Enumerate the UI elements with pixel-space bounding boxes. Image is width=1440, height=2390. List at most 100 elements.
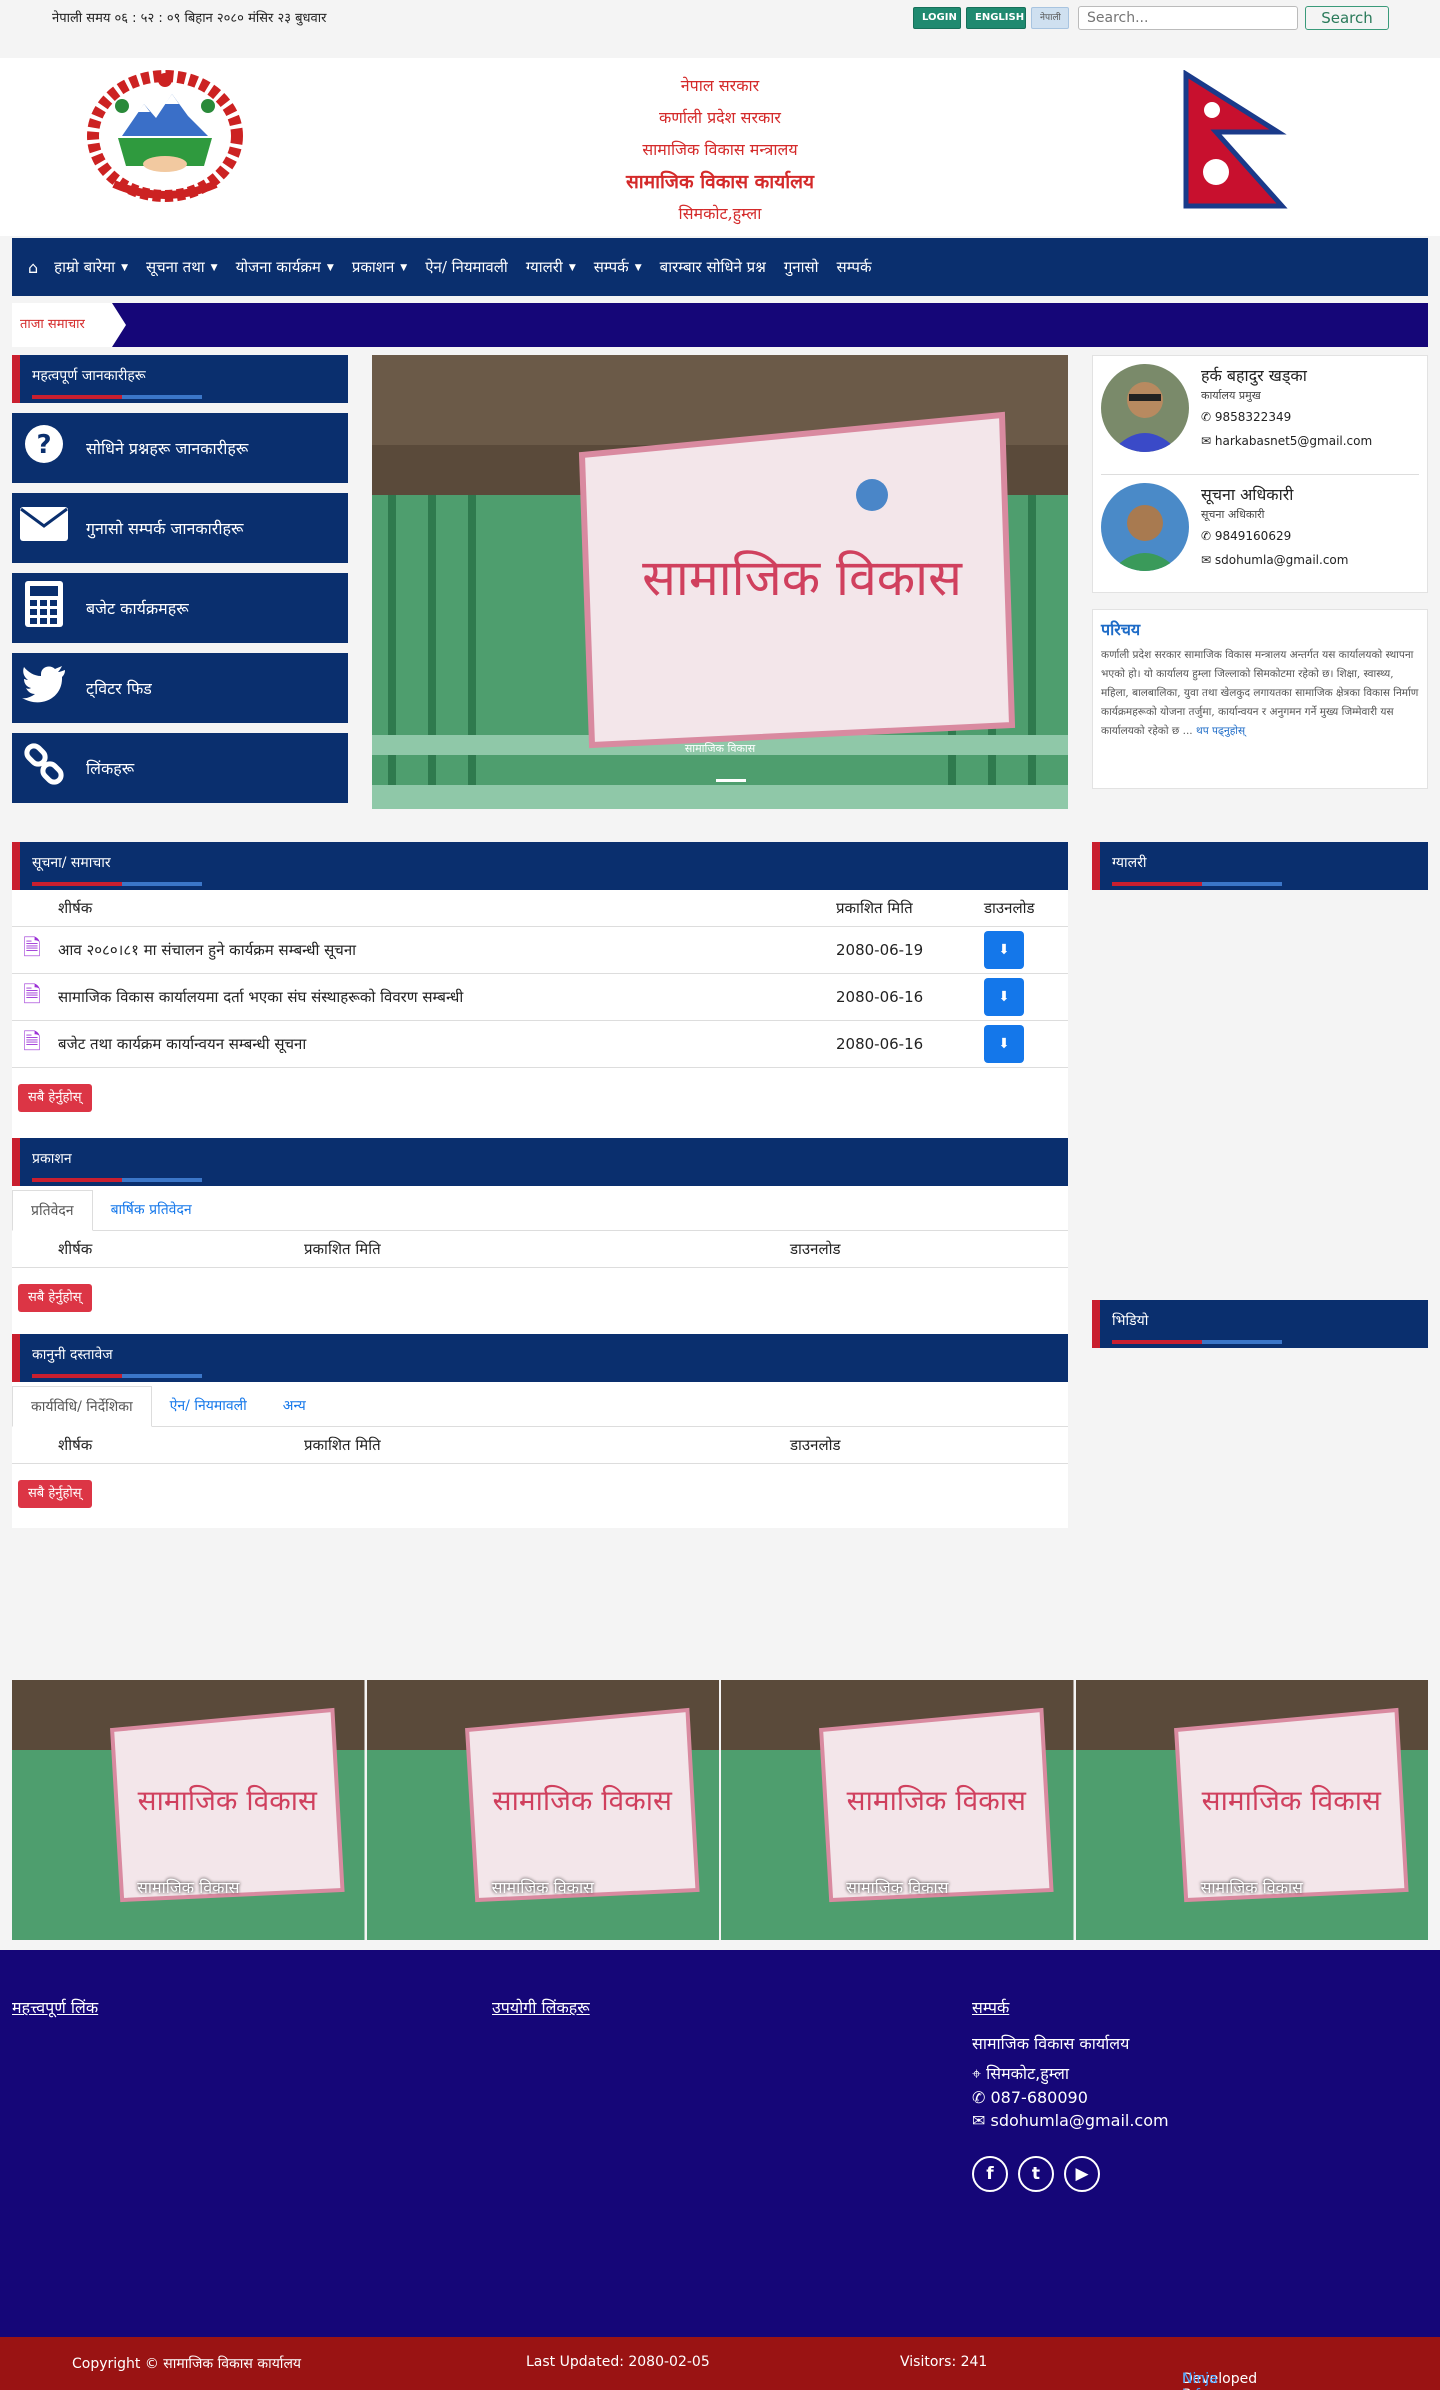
nepali-clock: नेपाली समय ०६ : ५२ : ०९ बिहान २०८० मंसिर… bbox=[52, 11, 327, 26]
english-button[interactable]: ENGLISH bbox=[966, 7, 1026, 29]
quick-link-label: सोधिने प्रश्नहरू जानकारीहरू bbox=[86, 439, 249, 458]
nepal-emblem-logo[interactable] bbox=[84, 66, 246, 206]
svg-text:सामाजिक विकास: सामाजिक विकास bbox=[1201, 1784, 1381, 1817]
avatar bbox=[1101, 364, 1189, 452]
header-address: सिमकोट,हुम्ला bbox=[678, 204, 762, 223]
nav-item-about[interactable]: हाम्रो बारेमा ▼ bbox=[54, 257, 128, 277]
svg-text:सामाजिक विकास: सामाजिक विकास bbox=[847, 1784, 1027, 1817]
chevron-down-icon: ▼ bbox=[121, 263, 128, 273]
nav-item-info[interactable]: सूचना तथा ▼ bbox=[146, 257, 218, 277]
quick-link-grievance[interactable]: गुनासो सम्पर्क जानकारीहरू bbox=[12, 493, 348, 563]
column-download: डाउनलोड bbox=[784, 1427, 1068, 1464]
quick-link-faq[interactable]: ? सोधिने प्रश्नहरू जानकारीहरू bbox=[12, 413, 348, 483]
link-icon bbox=[12, 742, 76, 795]
visitor-count: Visitors: 241 bbox=[900, 2354, 988, 2370]
publications-table: शीर्षक प्रकाशित मिति डाउनलोड bbox=[12, 1231, 1068, 1268]
ticker-label: ताजा समाचार bbox=[12, 303, 126, 347]
question-icon: ? bbox=[12, 424, 76, 473]
nav-item-faq[interactable]: बारम्बार सोधिने प्रश्न bbox=[660, 257, 766, 277]
footer-heading[interactable]: महत्त्वपूर्ण लिंक bbox=[12, 1996, 98, 2018]
quick-link-label: गुनासो सम्पर्क जानकारीहरू bbox=[86, 519, 244, 538]
document-icon: 🗎 bbox=[12, 1020, 52, 1068]
footer-phone: ✆ 087-680090 bbox=[972, 2088, 1088, 2107]
footer-useful-links: उपयोगी लिंकहरू bbox=[492, 1996, 590, 2018]
developer-link[interactable]: Ninja Infosys bbox=[1182, 2371, 1231, 2390]
column-download: डाउनलोड bbox=[978, 890, 1068, 927]
home-icon[interactable]: ⌂ bbox=[28, 258, 38, 277]
notice-title[interactable]: आव २०८०।८१ मा संचालन हुने कार्यक्रम सम्ब… bbox=[52, 926, 830, 974]
notices-title: सूचना/ समाचार bbox=[12, 842, 1068, 890]
staff-email: ✉ sdohumla@gmail.com bbox=[1201, 553, 1349, 567]
download-button[interactable]: ⬇ bbox=[984, 1025, 1024, 1063]
nepali-button[interactable]: नेपाली bbox=[1031, 7, 1069, 29]
chevron-down-icon: ▼ bbox=[400, 263, 408, 273]
about-title: परिचय bbox=[1101, 620, 1141, 639]
tab-procedures[interactable]: कार्यविधि/ निर्देशिका bbox=[12, 1386, 152, 1427]
login-button[interactable]: LOGIN bbox=[913, 7, 961, 29]
footer-contact: सम्पर्क सामाजिक विकास कार्यालय ⌖ सिमकोट,… bbox=[972, 1996, 1169, 2192]
nav-item-programs[interactable]: योजना कार्यक्रम ▼ bbox=[236, 257, 334, 277]
site-footer: महत्त्वपूर्ण लिंक उपयोगी लिंकहरू सम्पर्क… bbox=[0, 1950, 1440, 2337]
staff-name: सूचना अधिकारी bbox=[1201, 485, 1294, 504]
youtube-icon[interactable]: ▶ bbox=[1064, 2156, 1100, 2192]
last-updated-text: Last Updated: 2080-02-05 bbox=[526, 2354, 710, 2370]
twitter-icon[interactable]: t bbox=[1018, 2156, 1054, 2192]
notice-title[interactable]: सामाजिक विकास कार्यालयमा दर्ता भएका संघ … bbox=[52, 973, 830, 1021]
quick-link-twitter[interactable]: ट्विटर फिड bbox=[12, 653, 348, 723]
table-row[interactable]: 🗎 सामाजिक विकास कार्यालयमा दर्ता भएका सं… bbox=[12, 973, 1068, 1021]
nav-item-publications[interactable]: प्रकाशन ▼ bbox=[352, 257, 407, 277]
search-input[interactable] bbox=[1078, 6, 1298, 30]
column-title: शीर्षक bbox=[52, 1231, 298, 1268]
table-row[interactable]: 🗎 आव २०८०।८१ मा संचालन हुने कार्यक्रम सम… bbox=[12, 926, 1068, 974]
nepal-flag-icon bbox=[1182, 69, 1290, 210]
document-icon: 🗎 bbox=[12, 973, 52, 1021]
nav-item-laws[interactable]: ऐन/ नियमावली bbox=[425, 257, 508, 277]
download-button[interactable]: ⬇ bbox=[984, 978, 1024, 1016]
gallery-item[interactable]: सामाजिक विकास सामाजिक विकास bbox=[366, 1680, 719, 1940]
quick-link-links[interactable]: लिंकहरू bbox=[12, 733, 348, 803]
slide-caption: सामाजिक विकास bbox=[684, 742, 756, 755]
slider-indicator[interactable] bbox=[716, 779, 746, 782]
view-all-notices-button[interactable]: सबै हेर्नुहोस् bbox=[18, 1084, 92, 1112]
tab-reports[interactable]: प्रतिवेदन bbox=[12, 1190, 93, 1231]
table-header-row: शीर्षक प्रकाशित मिति डाउनलोड bbox=[12, 1231, 1068, 1268]
download-button[interactable]: ⬇ bbox=[984, 931, 1024, 969]
nav-item-contact-menu[interactable]: सम्पर्क ▼ bbox=[594, 257, 642, 277]
nav-item-grievance[interactable]: गुनासो bbox=[784, 257, 819, 277]
staff-card: हर्क बहादुर खड्का कार्यालय प्रमुख ✆ 9858… bbox=[1092, 355, 1428, 593]
laws-tabs: कार्यविधि/ निर्देशिका ऐन/ नियमावली अन्य bbox=[12, 1386, 1068, 1427]
header-line-3: सामाजिक विकास मन्त्रालय bbox=[642, 140, 798, 159]
tab-others[interactable]: अन्य bbox=[265, 1386, 324, 1426]
column-title: शीर्षक bbox=[52, 890, 830, 927]
gallery-item[interactable]: सामाजिक विकास सामाजिक विकास bbox=[721, 1680, 1074, 1940]
gallery-caption: सामाजिक विकास bbox=[137, 1878, 240, 1897]
quick-link-label: ट्विटर फिड bbox=[86, 679, 152, 698]
svg-text:सामाजिक विकास: सामाजिक विकास bbox=[492, 1784, 672, 1817]
view-all-laws-button[interactable]: सबै हेर्नुहोस् bbox=[18, 1480, 92, 1508]
read-more-link[interactable]: थप पढ्नुहोस् bbox=[1196, 725, 1245, 737]
gallery-item[interactable]: सामाजिक विकास सामाजिक विकास bbox=[1075, 1680, 1428, 1940]
tab-annual-reports[interactable]: बार्षिक प्रतिवेदन bbox=[93, 1190, 210, 1230]
facebook-icon[interactable]: f bbox=[972, 2156, 1008, 2192]
gallery-item[interactable]: सामाजिक विकास सामाजिक विकास bbox=[12, 1680, 365, 1940]
image-slider[interactable]: सामाजिक विकास सामाजिक विकास bbox=[372, 355, 1068, 809]
notice-title[interactable]: बजेट तथा कार्यक्रम कार्यान्वयन सम्बन्धी … bbox=[52, 1020, 830, 1068]
view-all-publications-button[interactable]: सबै हेर्नुहोस् bbox=[18, 1284, 92, 1312]
search-button[interactable]: Search bbox=[1305, 6, 1389, 30]
table-header-row: शीर्षक प्रकाशित मिति डाउनलोड bbox=[12, 890, 1068, 927]
column-date: प्रकाशित मिति bbox=[298, 1231, 784, 1268]
nav-item-contact[interactable]: सम्पर्क bbox=[837, 257, 872, 277]
staff-role: कार्यालय प्रमुख bbox=[1201, 389, 1261, 402]
main-content: सूचना/ समाचार शीर्षक प्रकाशित मिति डाउनल… bbox=[12, 842, 1068, 1528]
tab-acts[interactable]: ऐन/ नियमावली bbox=[152, 1386, 265, 1426]
map-marker-icon: ⌖ bbox=[972, 2064, 987, 2083]
table-row[interactable]: 🗎 बजेट तथा कार्यक्रम कार्यान्वयन सम्बन्ध… bbox=[12, 1020, 1068, 1068]
envelope-icon bbox=[12, 506, 76, 551]
copyright-text: Copyright © सामाजिक विकास कार्यालय bbox=[72, 2356, 302, 2372]
gallery-caption: सामाजिक विकास bbox=[491, 1878, 594, 1897]
footer-heading: सम्पर्क bbox=[972, 1998, 1010, 2017]
nav-item-gallery[interactable]: ग्यालरी ▼ bbox=[526, 257, 576, 277]
gallery-title: ग्यालरी bbox=[1092, 842, 1428, 890]
quick-link-budget[interactable]: बजेट कार्यक्रमहरू bbox=[12, 573, 348, 643]
footer-heading[interactable]: उपयोगी लिंकहरू bbox=[492, 1996, 590, 2018]
